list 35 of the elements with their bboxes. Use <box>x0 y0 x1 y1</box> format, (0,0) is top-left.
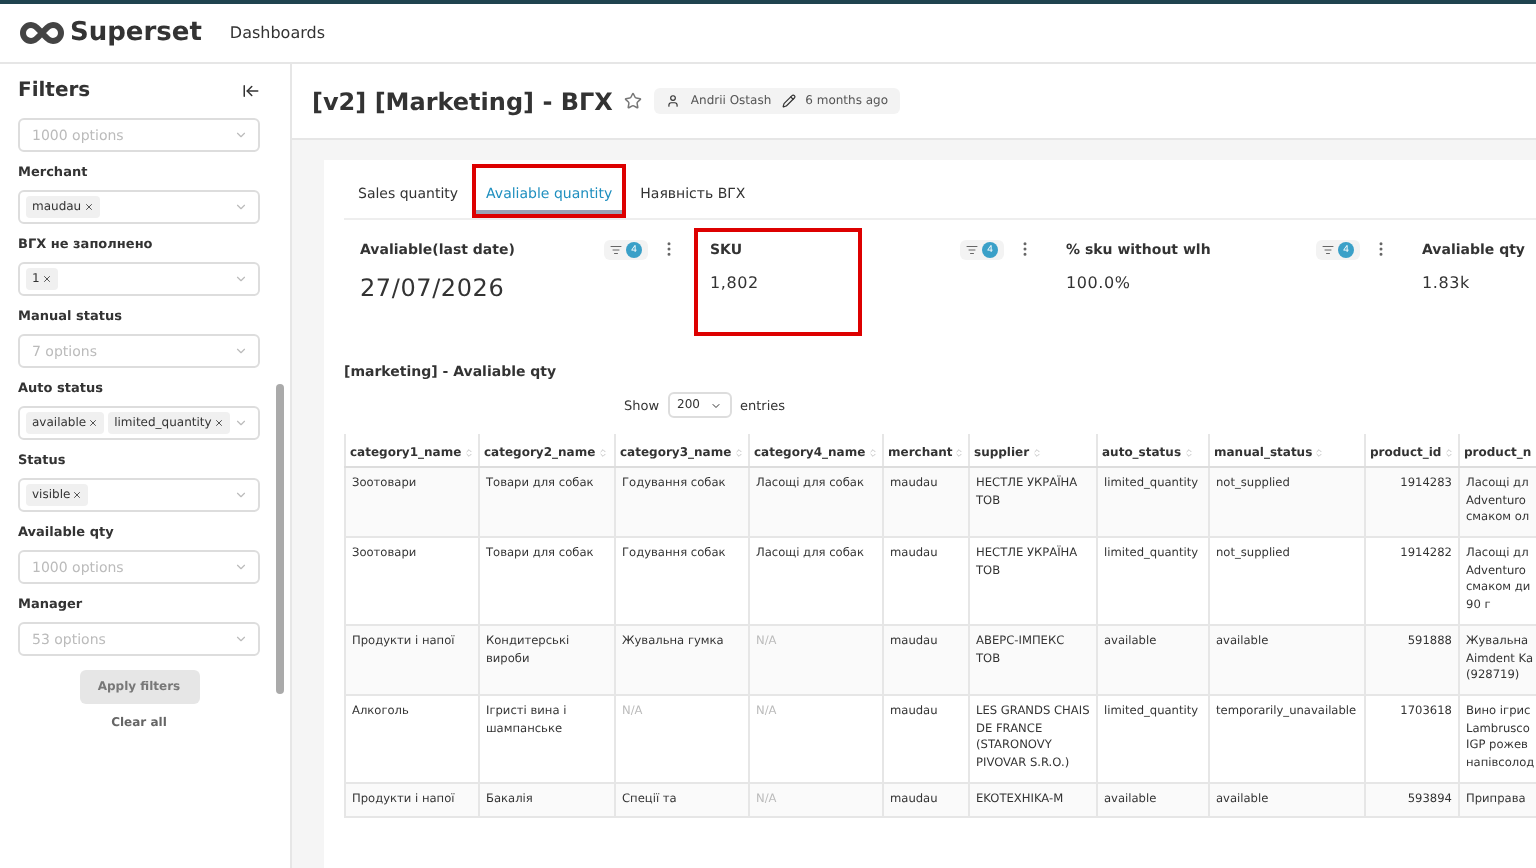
sort-icon <box>1314 448 1325 458</box>
collapse-icon[interactable] <box>242 82 260 100</box>
kpi-value: 100.0% <box>1066 274 1133 292</box>
filter-icon <box>610 244 622 256</box>
scrollbar-thumb[interactable] <box>276 384 284 694</box>
dashboard-title: [v2] [Marketing] - ВГХ <box>312 87 613 115</box>
user-icon <box>666 94 681 108</box>
kpi-value: 1.83k <box>1422 274 1472 292</box>
logo-icon <box>20 22 64 44</box>
sort-icon <box>867 448 878 458</box>
kpi-value: 27/07/2026 <box>360 274 507 302</box>
sort-icon <box>733 448 744 458</box>
sort-icon <box>954 448 965 458</box>
chevron-icon <box>234 200 248 214</box>
chevron-icon <box>234 128 248 142</box>
kpi-value: 1,802 <box>710 274 761 292</box>
filter-icon <box>966 244 978 256</box>
sort-icon <box>1183 448 1194 458</box>
chevron-icon <box>234 344 248 358</box>
brand-name: Superset <box>70 18 202 48</box>
sort-icon <box>1031 448 1042 458</box>
sort-icon <box>597 448 608 458</box>
chevron-icon <box>234 416 248 430</box>
chevron-icon <box>234 560 248 574</box>
pencil-icon <box>781 94 796 108</box>
chevron-icon <box>234 488 248 502</box>
filter-icon <box>1322 244 1334 256</box>
sort-icon <box>1443 448 1454 458</box>
sort-icon <box>463 448 474 458</box>
chevron-icon <box>234 632 248 646</box>
chevron-icon <box>234 272 248 286</box>
filters-title: Filters <box>18 80 91 102</box>
star-icon[interactable] <box>624 92 643 110</box>
chevron-icon <box>710 399 722 411</box>
nav-link[interactable]: Dashboards <box>229 24 325 42</box>
